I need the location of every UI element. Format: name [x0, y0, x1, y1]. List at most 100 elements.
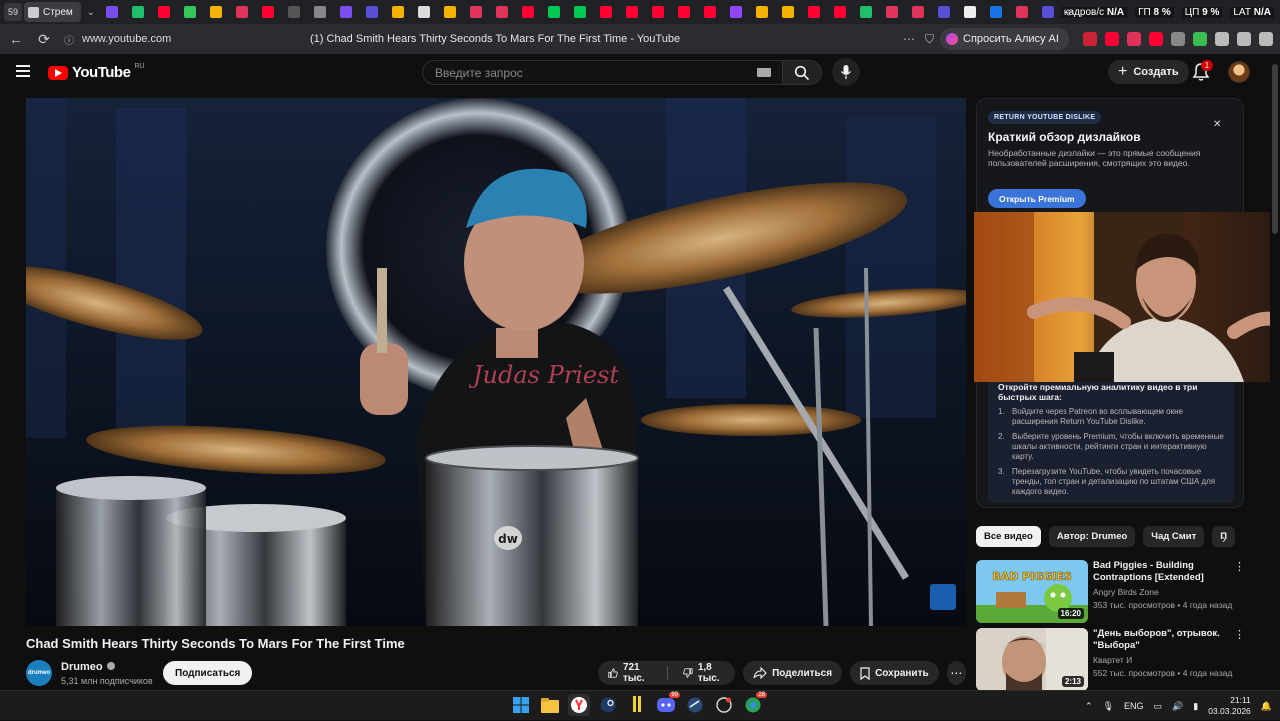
channel-name-wrap[interactable]: Drumeo [61, 661, 115, 673]
like-button[interactable]: 721 тыс. [598, 661, 662, 685]
rec-channel[interactable]: Angry Birds Zone [1093, 587, 1159, 597]
tab-favicon[interactable] [361, 2, 383, 22]
channel-avatar[interactable]: drumeo [26, 660, 52, 686]
tab-favicon[interactable] [413, 2, 435, 22]
tab-favicon[interactable] [257, 2, 279, 22]
ask-alice-button[interactable]: Спросить Алису AI [940, 28, 1069, 50]
tab-favicon[interactable] [465, 2, 487, 22]
tab-favicon[interactable] [231, 2, 253, 22]
extension-icon[interactable] [1214, 32, 1229, 46]
tab-favicon[interactable] [725, 2, 747, 22]
extension-icon[interactable] [1104, 32, 1119, 46]
tab-favicon[interactable] [127, 2, 149, 22]
tab-favicon[interactable] [595, 2, 617, 22]
file-explorer-icon[interactable] [539, 694, 561, 716]
steam-icon[interactable] [597, 694, 619, 716]
keyboard-icon[interactable] [757, 68, 771, 77]
rec-title[interactable]: "День выборов", отрывок. "Выбора" [1093, 628, 1225, 652]
chevron-right-icon[interactable]: › [1222, 532, 1226, 546]
video-thumbnail[interactable]: 2:13 [976, 628, 1088, 691]
yandex-browser-icon[interactable] [568, 694, 590, 716]
language-indicator[interactable]: ENG [1124, 701, 1144, 711]
network-icon[interactable]: ▭ [1154, 701, 1163, 712]
tab-favicon[interactable] [1037, 2, 1059, 22]
extension-icon[interactable] [1082, 32, 1097, 46]
site-info-icon[interactable]: ⓘ [64, 32, 74, 47]
microphone-tray-icon[interactable]: 🎙 [1103, 701, 1114, 712]
close-icon[interactable]: ✕ [1213, 119, 1221, 130]
voice-search-button[interactable] [832, 58, 860, 86]
tab-favicon[interactable] [335, 2, 357, 22]
page-scrollbar[interactable] [1270, 54, 1280, 690]
tab-favicon[interactable] [283, 2, 305, 22]
tab-favicon[interactable] [803, 2, 825, 22]
tab-favicon[interactable] [517, 2, 539, 22]
rec-title[interactable]: Bad Piggies - Building Contraptions [Ext… [1093, 560, 1225, 584]
volume-icon[interactable]: 🔊 [1172, 701, 1183, 712]
extension-icon[interactable] [1148, 32, 1163, 46]
chrome-icon[interactable]: 28 [742, 692, 767, 716]
menu-hamburger-icon[interactable] [16, 65, 30, 77]
tab-favicon[interactable] [1011, 2, 1033, 22]
tab-favicon[interactable] [855, 2, 877, 22]
tab-favicon[interactable] [153, 2, 175, 22]
tab-favicon[interactable] [179, 2, 201, 22]
chip-chad-smith[interactable]: Чад Смит [1143, 526, 1205, 547]
search-input[interactable] [435, 65, 757, 80]
tab-favicon[interactable] [985, 2, 1007, 22]
save-button[interactable]: Сохранить [850, 661, 939, 685]
tab-favicon[interactable] [647, 2, 669, 22]
list-item[interactable]: BAD PIGGIES 16:20 Bad Piggies - Building… [976, 560, 1245, 624]
tab-favicon[interactable] [751, 2, 773, 22]
tab-list-chevron-icon[interactable]: ⌄ [83, 2, 99, 22]
bookmark-icon[interactable]: ⛉ [925, 32, 934, 47]
extension-icon[interactable] [1126, 32, 1141, 46]
open-premium-button[interactable]: Открыть Premium [988, 189, 1086, 208]
channel-name[interactable]: Drumeo [61, 661, 103, 673]
chip-author[interactable]: Автор: Drumeo [1048, 526, 1136, 547]
tab-favicon[interactable] [543, 2, 565, 22]
create-button[interactable]: + Создать [1108, 60, 1189, 84]
tab-favicon[interactable] [907, 2, 929, 22]
video-thumbnail[interactable]: BAD PIGGIES 16:20 [976, 560, 1088, 623]
extension-icon[interactable] [1258, 32, 1273, 46]
tab-favicon[interactable] [205, 2, 227, 22]
tab-favicon[interactable] [569, 2, 591, 22]
tab-count-badge[interactable]: 59 [4, 3, 22, 21]
steam-alt-icon[interactable] [684, 694, 706, 716]
reload-icon[interactable]: ⟳ [30, 25, 58, 53]
back-arrow-icon[interactable]: ← [2, 25, 30, 53]
share-button[interactable]: Поделиться [743, 661, 843, 685]
chip-all-videos[interactable]: Все видео [976, 526, 1041, 547]
github-icon[interactable] [713, 694, 735, 716]
video-player[interactable]: Judas Priest dw [26, 98, 966, 626]
tab-favicon[interactable] [621, 2, 643, 22]
tab-favicon[interactable] [439, 2, 461, 22]
tab-favicon[interactable] [959, 2, 981, 22]
extension-icon[interactable] [1170, 32, 1185, 46]
more-vertical-icon[interactable]: ⋮ [1234, 628, 1245, 641]
subscribe-button[interactable]: Подписаться [163, 661, 253, 685]
tab-favicon[interactable] [309, 2, 331, 22]
discord-icon[interactable]: 99 [655, 692, 680, 716]
list-item[interactable]: 2:13 "День выборов", отрывок. "Выбора" К… [976, 628, 1245, 691]
youtube-logo[interactable]: YouTube RU [48, 63, 145, 81]
tab-favicon[interactable] [881, 2, 903, 22]
subscribe-watermark[interactable] [930, 584, 956, 610]
scrollbar-thumb[interactable] [1272, 64, 1278, 234]
url-text[interactable]: www.youtube.com [82, 33, 302, 45]
tab-favicon[interactable] [101, 2, 123, 22]
tab-active[interactable]: Стрем [24, 2, 81, 22]
pencil-app-icon[interactable] [626, 694, 648, 716]
tab-favicon[interactable] [491, 2, 513, 22]
notifications-icon[interactable]: 🔔 [1261, 701, 1272, 712]
account-avatar[interactable] [1228, 61, 1250, 83]
windows-start-icon[interactable] [510, 694, 532, 716]
more-vertical-icon[interactable]: ⋮ [1234, 560, 1245, 573]
dislike-button[interactable]: 1,8 тыс. [673, 661, 735, 685]
tab-favicon[interactable] [673, 2, 695, 22]
tab-favicon[interactable] [777, 2, 799, 22]
url-field[interactable]: ⓘ www.youtube.com (1) Chad Smith Hears T… [64, 28, 934, 50]
more-dots-icon[interactable]: ⋯ [903, 32, 915, 47]
clock[interactable]: 21:11 03.03.2026 [1208, 695, 1251, 717]
